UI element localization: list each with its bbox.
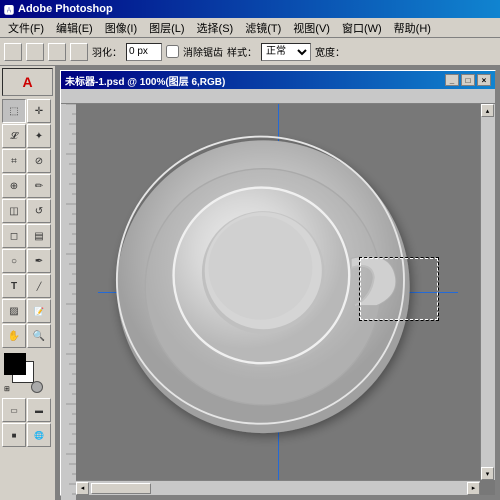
jump-to-ie[interactable]: 🌐: [27, 423, 51, 447]
doc-close-btn[interactable]: ×: [477, 74, 491, 86]
menu-window[interactable]: 窗口(W): [336, 18, 388, 38]
scroll-down-btn[interactable]: ▾: [481, 467, 494, 480]
menu-help[interactable]: 帮助(H): [388, 18, 437, 38]
screen-full-menu[interactable]: ▬: [27, 398, 51, 422]
tool-marquee-rect[interactable]: ⬚: [2, 99, 26, 123]
width-label: 宽度：: [315, 44, 345, 59]
tool-crop[interactable]: ⌗: [2, 149, 26, 173]
doc-maximize-btn[interactable]: □: [461, 74, 475, 86]
tool-row-3: ⌗ ⊘: [2, 149, 53, 173]
toolbox-logo: A: [2, 68, 53, 96]
anti-alias-label: 消除锯齿: [183, 44, 223, 59]
tool-stamp[interactable]: ◫: [2, 199, 26, 223]
scroll-left-btn[interactable]: ◂: [76, 482, 89, 495]
quick-mask-icon[interactable]: [31, 381, 43, 393]
style-select[interactable]: 正常: [261, 43, 311, 61]
ruler-top-svg: [61, 89, 495, 104]
scroll-thumb-h[interactable]: [91, 483, 151, 494]
menu-filter[interactable]: 滤镜(T): [239, 18, 287, 38]
ruler-top: 50100150200250300350400: [61, 89, 495, 104]
options-btn-1[interactable]: [4, 43, 22, 61]
tool-move[interactable]: ✛: [27, 99, 51, 123]
doc-title-bar[interactable]: 未标器-1.psd @ 100%(图层 6,RGB) _ □ ×: [61, 71, 495, 89]
color-swatch-area: ⊞: [4, 353, 51, 393]
menu-layer[interactable]: 图层(L): [143, 18, 190, 38]
tool-text[interactable]: T: [2, 274, 26, 298]
doc-window-controls: _ □ ×: [445, 74, 491, 86]
tool-row-8: T ╱: [2, 274, 53, 298]
screen-mode-row: ▭ ▬: [2, 398, 53, 422]
doc-minimize-btn[interactable]: _: [445, 74, 459, 86]
canvas-area: 未标器-1.psd @ 100%(图层 6,RGB) _ □ × 5010015…: [56, 66, 500, 500]
menu-file[interactable]: 文件(F): [2, 18, 50, 38]
tool-eraser[interactable]: ◻: [2, 224, 26, 248]
options-btn-3[interactable]: [48, 43, 66, 61]
doc-title: 未标器-1.psd @ 100%(图层 6,RGB): [65, 73, 225, 88]
scroll-right-btn[interactable]: ▸: [467, 482, 480, 495]
tool-gradient2[interactable]: ▨: [2, 299, 26, 323]
tool-row-7: ○ ✒: [2, 249, 53, 273]
ruler-left: [61, 104, 76, 495]
options-bar: 羽化： 消除锯齿 样式： 正常 宽度：: [0, 38, 500, 66]
app-title: Adobe Photoshop: [18, 3, 113, 15]
scroll-track-v: [481, 117, 495, 467]
menu-bar: 文件(F) 编辑(E) 图像(I) 图层(L) 选择(S) 滤镜(T) 视图(V…: [0, 18, 500, 38]
toolbox: A ⬚ ✛ 𝓛 ✦ ⌗ ⊘ ⊕ ✏ ◫ ↺ ◻ ▤ ○ ✒: [0, 66, 56, 500]
tool-gradient[interactable]: ▤: [27, 224, 51, 248]
tool-row-1: ⬚ ✛: [2, 99, 53, 123]
tool-row-6: ◻ ▤: [2, 224, 53, 248]
options-btn-4[interactable]: [70, 43, 88, 61]
screen-full[interactable]: ■: [2, 423, 26, 447]
menu-edit[interactable]: 编辑(E): [50, 18, 99, 38]
feather-label: 羽化：: [92, 44, 122, 59]
tool-dodge[interactable]: ○: [2, 249, 26, 273]
tool-measure[interactable]: ╱: [27, 274, 51, 298]
foreground-color[interactable]: [4, 353, 26, 375]
tool-pen[interactable]: ✒: [27, 249, 51, 273]
anti-alias-checkbox[interactable]: [166, 45, 179, 58]
tool-brush[interactable]: ✏: [27, 174, 51, 198]
tool-zoom[interactable]: 🔍: [27, 324, 51, 348]
tool-row-10: ✋ 🔍: [2, 324, 53, 348]
tool-row-2: 𝓛 ✦: [2, 124, 53, 148]
doc-canvas[interactable]: [61, 89, 495, 495]
tool-lasso[interactable]: 𝓛: [2, 124, 26, 148]
style-label: 样式：: [227, 44, 257, 59]
title-bar: 🅰 Adobe Photoshop: [0, 0, 500, 18]
scrollbar-horizontal[interactable]: ◂ ▸: [76, 480, 480, 495]
tool-row-5: ◫ ↺: [2, 199, 53, 223]
tool-row-4: ⊕ ✏: [2, 174, 53, 198]
menu-select[interactable]: 选择(S): [191, 18, 240, 38]
doc-window: 未标器-1.psd @ 100%(图层 6,RGB) _ □ × 5010015…: [60, 70, 496, 496]
menu-view[interactable]: 视图(V): [287, 18, 336, 38]
tool-hand[interactable]: ✋: [2, 324, 26, 348]
selection-marquee: [360, 258, 438, 320]
tool-history-brush[interactable]: ↺: [27, 199, 51, 223]
feather-input[interactable]: [126, 43, 162, 61]
main-area: A ⬚ ✛ 𝓛 ✦ ⌗ ⊘ ⊕ ✏ ◫ ↺ ◻ ▤ ○ ✒: [0, 66, 500, 500]
menu-image[interactable]: 图像(I): [99, 18, 143, 38]
screen-normal[interactable]: ▭: [2, 398, 26, 422]
default-colors-icon[interactable]: ⊞: [4, 385, 10, 393]
scrollbar-vertical[interactable]: ▴ ▾: [480, 104, 495, 480]
tool-magic-wand[interactable]: ✦: [27, 124, 51, 148]
tool-row-9: ▨ 📝: [2, 299, 53, 323]
tool-slice[interactable]: ⊘: [27, 149, 51, 173]
screen-mode-row-2: ■ 🌐: [2, 423, 53, 447]
tool-heal[interactable]: ⊕: [2, 174, 26, 198]
scroll-up-btn[interactable]: ▴: [481, 104, 494, 117]
cup-container: [98, 102, 458, 482]
tool-notes[interactable]: 📝: [27, 299, 51, 323]
options-btn-2[interactable]: [26, 43, 44, 61]
app-icon: 🅰: [4, 2, 14, 17]
